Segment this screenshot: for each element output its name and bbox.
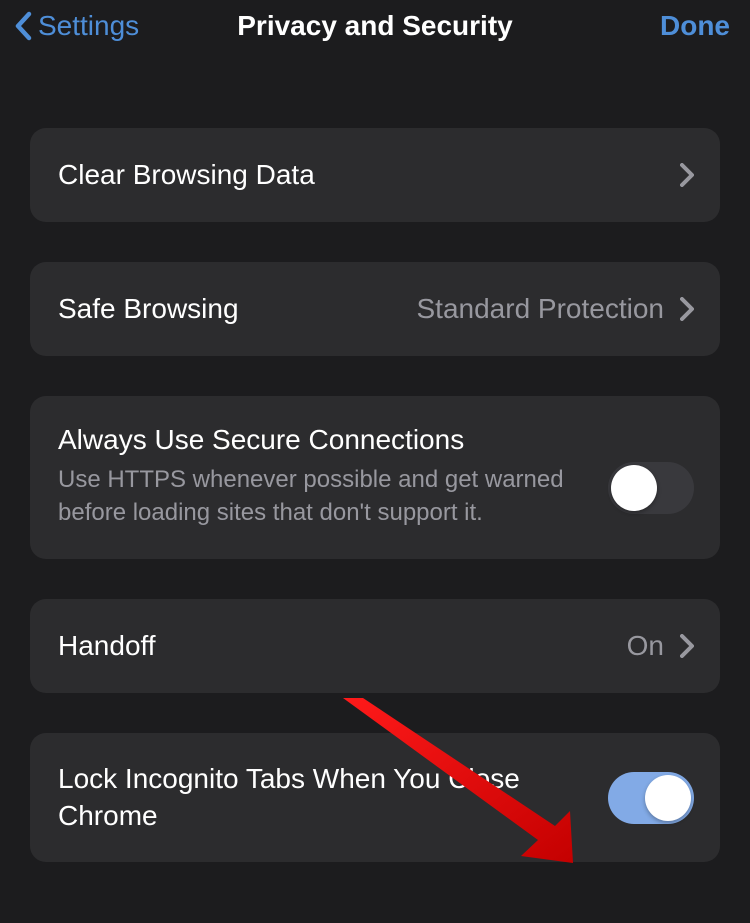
settings-content: Clear Browsing Data Safe Browsing Standa… bbox=[0, 56, 750, 862]
row-value: On bbox=[627, 630, 664, 662]
row-label: Always Use Secure Connections bbox=[58, 422, 608, 458]
toggle-knob bbox=[611, 465, 657, 511]
group-safe: Safe Browsing Standard Protection bbox=[30, 262, 720, 356]
page-title: Privacy and Security bbox=[237, 10, 512, 42]
chevron-right-icon bbox=[680, 634, 694, 658]
group-clear: Clear Browsing Data bbox=[30, 128, 720, 222]
group-lock: Lock Incognito Tabs When You Close Chrom… bbox=[30, 733, 720, 862]
row-label: Lock Incognito Tabs When You Close Chrom… bbox=[58, 761, 538, 834]
group-handoff: Handoff On bbox=[30, 599, 720, 693]
row-safe-browsing[interactable]: Safe Browsing Standard Protection bbox=[30, 262, 720, 356]
chevron-right-icon bbox=[680, 163, 694, 187]
row-subtitle: Use HTTPS whenever possible and get warn… bbox=[58, 464, 608, 529]
done-button[interactable]: Done bbox=[660, 10, 730, 42]
row-secure-connections[interactable]: Always Use Secure Connections Use HTTPS … bbox=[30, 396, 720, 559]
header-bar: Settings Privacy and Security Done bbox=[0, 0, 750, 56]
back-label: Settings bbox=[38, 10, 139, 42]
chevron-left-icon bbox=[14, 11, 34, 41]
row-label: Safe Browsing bbox=[58, 291, 417, 327]
row-clear-browsing-data[interactable]: Clear Browsing Data bbox=[30, 128, 720, 222]
row-label: Clear Browsing Data bbox=[58, 157, 680, 193]
row-label: Handoff bbox=[58, 628, 627, 664]
row-lock-incognito[interactable]: Lock Incognito Tabs When You Close Chrom… bbox=[30, 733, 720, 862]
toggle-knob bbox=[645, 775, 691, 821]
row-handoff[interactable]: Handoff On bbox=[30, 599, 720, 693]
chevron-right-icon bbox=[680, 297, 694, 321]
toggle-secure-connections[interactable] bbox=[608, 462, 694, 514]
group-secure: Always Use Secure Connections Use HTTPS … bbox=[30, 396, 720, 559]
back-button[interactable]: Settings bbox=[14, 10, 139, 42]
toggle-lock-incognito[interactable] bbox=[608, 772, 694, 824]
row-value: Standard Protection bbox=[417, 293, 665, 325]
